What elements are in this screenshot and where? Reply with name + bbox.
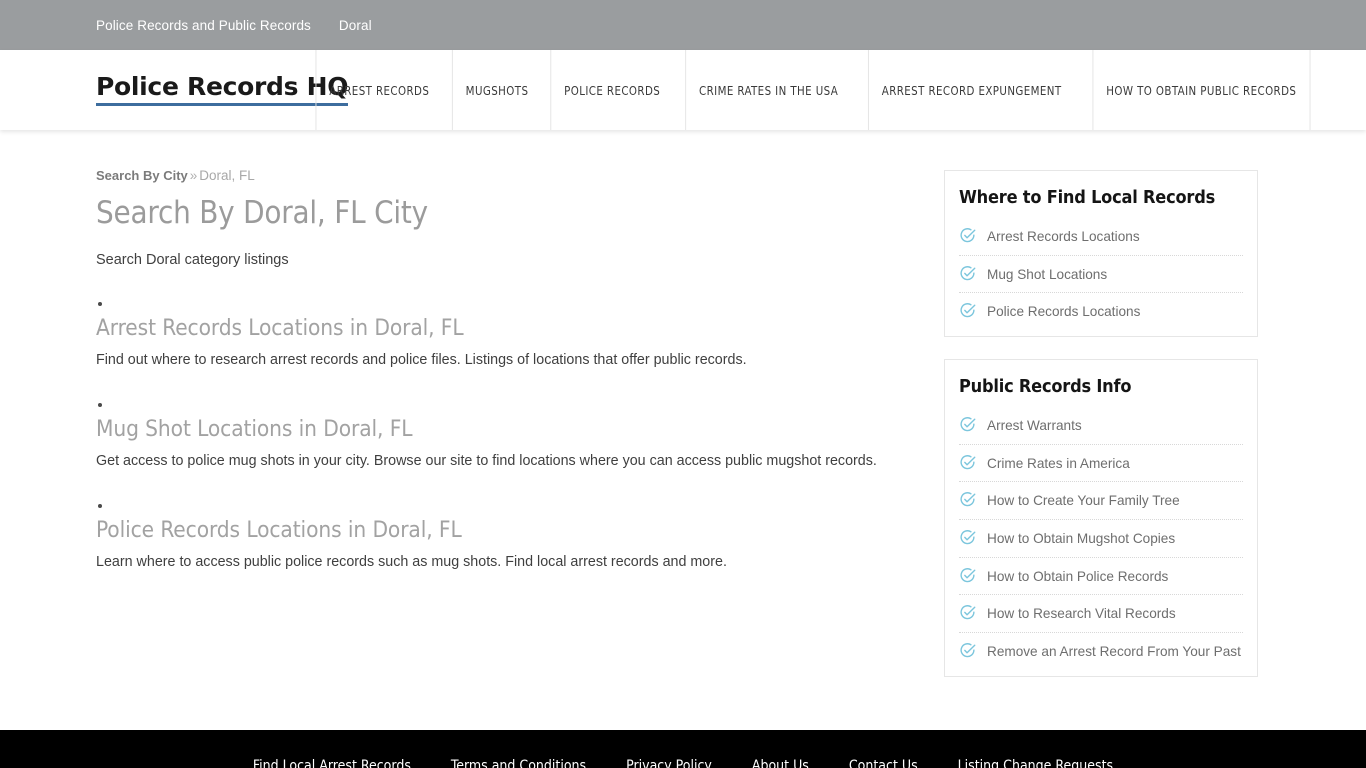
topbar-link-city[interactable]: Doral <box>339 18 372 33</box>
list-item-label[interactable]: How to Create Your Family Tree <box>987 491 1180 510</box>
list-item[interactable]: Arrest Records Locations <box>959 218 1243 256</box>
widget-where-to-find-local-records: Where to Find Local Records Arrest Recor… <box>944 170 1258 338</box>
section-title[interactable]: Police Records Locations in Doral, FL <box>96 517 896 544</box>
site-header: Police Records HQ ARREST RECORDS MUGSHOT… <box>0 50 1366 130</box>
sidebar: Where to Find Local Records Arrest Recor… <box>944 168 1258 699</box>
section-title[interactable]: Arrest Records Locations in Doral, FL <box>96 315 896 342</box>
breadcrumb-parent-link[interactable]: Search By City <box>96 168 188 183</box>
list-item-label[interactable]: Crime Rates in America <box>987 454 1130 473</box>
list-item[interactable]: Crime Rates in America <box>959 445 1243 483</box>
list-item[interactable]: Police Records Locations <box>959 293 1243 330</box>
list-item[interactable]: Arrest Warrants <box>959 407 1243 445</box>
section-description: Get access to police mug shots in your c… <box>96 453 877 470</box>
list-item-label[interactable]: Police Records Locations <box>987 302 1140 321</box>
nav-item-expungement[interactable]: ARREST RECORD EXPUNGEMENT <box>867 50 1074 130</box>
check-circle-icon <box>960 567 976 582</box>
page-wrapper: Police Records and Public Records Doral … <box>0 0 1366 768</box>
list-item[interactable]: How to Create Your Family Tree <box>959 482 1243 521</box>
list-item-label[interactable]: Mug Shot Locations <box>987 265 1107 284</box>
main-navigation: ARREST RECORDS MUGSHOTS POLICE RECORDS C… <box>310 50 1366 130</box>
content-section-mug-shots: Mug Shot Locations in Doral, FL Get acce… <box>96 403 896 472</box>
list-item-label[interactable]: How to Obtain Mugshot Copies <box>987 529 1175 548</box>
breadcrumb-current: Doral, FL <box>199 168 255 183</box>
list-item-label[interactable]: Arrest Records Locations <box>987 227 1140 246</box>
nav-item-police-records[interactable]: POLICE RECORDS <box>550 50 673 130</box>
list-item-label[interactable]: How to Obtain Police Records <box>987 567 1168 586</box>
list-item[interactable]: How to Obtain Police Records <box>959 558 1243 596</box>
nav-item-arrest-records[interactable]: ARREST RECORDS <box>315 50 443 130</box>
check-circle-icon <box>960 643 976 658</box>
footer-link-about-us[interactable]: About Us <box>752 758 809 768</box>
check-circle-icon <box>960 492 976 507</box>
site-footer: Find Local Arrest Records Terms and Cond… <box>0 730 1366 768</box>
list-item[interactable]: Mug Shot Locations <box>959 256 1243 294</box>
nav-item-crime-rates[interactable]: CRIME RATES IN THE USA <box>685 50 851 130</box>
list-item-label[interactable]: How to Research Vital Records <box>987 604 1176 623</box>
list-item[interactable]: Remove an Arrest Record From Your Past <box>959 633 1243 670</box>
footer-link-listing-change-requests[interactable]: Listing Change Requests <box>958 758 1113 768</box>
bullet-icon <box>98 504 102 509</box>
footer-link-privacy-policy[interactable]: Privacy Policy <box>626 758 712 768</box>
bullet-icon <box>98 403 102 408</box>
breadcrumb: Search By City» Doral, FL <box>96 168 896 184</box>
check-circle-icon <box>960 605 976 620</box>
nav-item-mugshots[interactable]: MUGSHOTS <box>451 50 541 130</box>
list-item[interactable]: How to Research Vital Records <box>959 595 1243 634</box>
footer-link-contact-us[interactable]: Contact Us <box>849 758 918 768</box>
top-utility-bar: Police Records and Public Records Doral <box>0 0 1366 50</box>
widget-title: Where to Find Local Records <box>959 187 1216 208</box>
widget-public-records-info: Public Records Info Arrest Warrants Crim… <box>944 359 1258 677</box>
widget-list: Arrest Warrants Crime Rates in America H… <box>959 407 1243 670</box>
logo-container: Police Records HQ <box>0 50 349 130</box>
list-item[interactable]: How to Obtain Mugshot Copies <box>959 520 1243 558</box>
check-circle-icon <box>960 530 976 545</box>
section-description: Find out where to research arrest record… <box>96 351 747 368</box>
topbar-link-site[interactable]: Police Records and Public Records <box>96 18 311 33</box>
page-title: Search By Doral, FL City <box>96 195 428 232</box>
check-circle-icon <box>960 265 976 280</box>
widget-list: Arrest Records Locations Mug Shot Locati… <box>959 218 1243 330</box>
section-title[interactable]: Mug Shot Locations in Doral, FL <box>96 416 896 443</box>
check-circle-icon <box>960 417 976 432</box>
content-section-police-records: Police Records Locations in Doral, FL Le… <box>96 504 896 573</box>
footer-link-find-local-arrest-records[interactable]: Find Local Arrest Records <box>253 758 411 768</box>
section-description: Learn where to access public police reco… <box>96 554 727 571</box>
bullet-icon <box>98 301 102 306</box>
breadcrumb-separator: » <box>189 168 198 183</box>
page-body: Search By City» Doral, FL Search By Doral… <box>0 130 1366 699</box>
check-circle-icon <box>960 228 976 243</box>
footer-link-terms-and-conditions[interactable]: Terms and Conditions <box>451 758 586 768</box>
list-item-label[interactable]: Arrest Warrants <box>987 416 1082 435</box>
widget-title: Public Records Info <box>959 376 1132 398</box>
check-circle-icon <box>960 454 976 469</box>
main-content: Search By City» Doral, FL Search By Doral… <box>96 168 896 699</box>
page-intro-text: Search Doral category listings <box>96 251 289 268</box>
list-item-label[interactable]: Remove an Arrest Record From Your Past <box>987 642 1241 661</box>
content-section-arrest-records: Arrest Records Locations in Doral, FL Fi… <box>96 301 896 371</box>
check-circle-icon <box>960 303 976 318</box>
nav-item-obtain-public-records[interactable]: HOW TO OBTAIN PUBLIC RECORDS <box>1092 50 1311 130</box>
